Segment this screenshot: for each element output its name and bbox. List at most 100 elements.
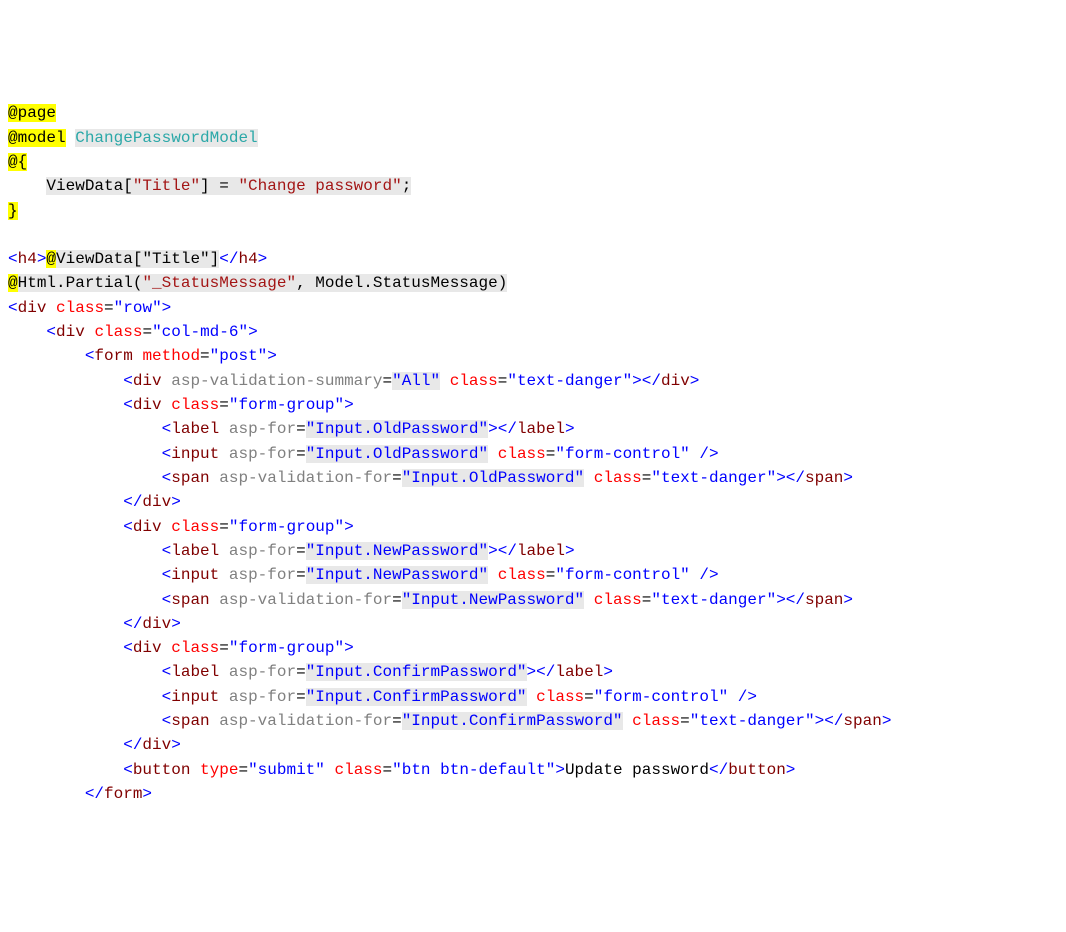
input-tag: input	[171, 445, 219, 463]
attr-asp-for: asp-for	[229, 688, 296, 706]
code-editor[interactable]: @page @model ChangePasswordModel @{ View…	[0, 101, 1058, 806]
razor-block-open: @{	[8, 153, 27, 171]
gutter-mark	[0, 685, 8, 709]
gutter-mark	[0, 296, 8, 320]
val-text-danger: "text-danger"	[690, 712, 815, 730]
attr-class: class	[594, 469, 642, 487]
gutter-mark	[0, 612, 8, 636]
div-open: div	[133, 372, 162, 390]
attr-asp-for: asp-for	[229, 542, 296, 560]
div-open: div	[133, 518, 162, 536]
span-open: span	[171, 712, 209, 730]
gutter-mark	[0, 515, 8, 539]
attr-asp-for: asp-for	[229, 445, 296, 463]
gutter-mark	[0, 466, 8, 490]
attr-class: class	[171, 639, 219, 657]
attr-class: class	[171, 518, 219, 536]
attr-class: class	[498, 566, 546, 584]
gutter-mark	[0, 490, 8, 514]
attr-validation-for: asp-validation-for	[219, 591, 392, 609]
gutter-mark	[0, 442, 8, 466]
gutter-mark	[0, 126, 8, 150]
div-close: div	[142, 615, 171, 633]
val-post: "post"	[210, 347, 268, 365]
gutter-mark	[0, 369, 8, 393]
attr-asp-for: asp-for	[229, 420, 296, 438]
form-close: form	[104, 785, 142, 803]
attr-class: class	[171, 396, 219, 414]
val-row: "row"	[114, 299, 162, 317]
span-close: span	[805, 469, 843, 487]
gutter-mark	[0, 174, 8, 198]
label-close: label	[517, 542, 565, 560]
val-new-pw: "Input.NewPassword"	[306, 542, 488, 560]
h4-close: h4	[238, 250, 257, 268]
attr-class: class	[594, 591, 642, 609]
label-close: label	[517, 420, 565, 438]
div-open: div	[56, 323, 85, 341]
val-col: "col-md-6"	[152, 323, 248, 341]
attr-method: method	[142, 347, 200, 365]
val-form-control: "form-control"	[555, 445, 689, 463]
attr-validation-for: asp-validation-for	[219, 712, 392, 730]
val-text-danger: "text-danger"	[507, 372, 632, 390]
attr-asp-for: asp-for	[229, 663, 296, 681]
label-open: label	[171, 663, 219, 681]
attr-asp-for: asp-for	[229, 566, 296, 584]
attr-class: class	[94, 323, 142, 341]
form-open: form	[94, 347, 132, 365]
div-open: div	[133, 396, 162, 414]
val-form-group: "form-group"	[229, 639, 344, 657]
val-btn: "btn btn-default"	[392, 761, 555, 779]
gutter-mark	[0, 320, 8, 344]
input-tag: input	[171, 688, 219, 706]
gutter-mark	[0, 247, 8, 271]
span-close: span	[805, 591, 843, 609]
span-open: span	[171, 591, 209, 609]
val-new-pw: "Input.NewPassword"	[402, 591, 584, 609]
razor-at: @	[46, 250, 56, 268]
span-close: span	[843, 712, 881, 730]
html-partial-call: Html.Partial("_StatusMessage", Model.Sta…	[18, 274, 508, 292]
val-form-control: "form-control"	[555, 566, 689, 584]
val-submit: "submit"	[248, 761, 325, 779]
attr-class: class	[56, 299, 104, 317]
button-open: button	[133, 761, 191, 779]
gutter-mark	[0, 271, 8, 295]
gutter-mark	[0, 563, 8, 587]
viewdata-title-expr: ViewData["Title"]	[56, 250, 219, 268]
val-confirm-pw: "Input.ConfirmPassword"	[306, 663, 527, 681]
attr-validation-summary: asp-validation-summary	[171, 372, 382, 390]
gutter-mark	[0, 417, 8, 441]
gutter-mark	[0, 636, 8, 660]
gutter-mark	[0, 758, 8, 782]
label-open: label	[171, 420, 219, 438]
gutter-mark	[0, 539, 8, 563]
razor-page-directive: @page	[8, 104, 56, 122]
val-all: "All"	[392, 372, 440, 390]
div-close: div	[661, 372, 690, 390]
gutter-mark	[0, 709, 8, 733]
val-form-group: "form-group"	[229, 518, 344, 536]
val-old-pw: "Input.OldPassword"	[306, 420, 488, 438]
model-type: ChangePasswordModel	[75, 129, 257, 147]
label-open: label	[171, 542, 219, 560]
attr-class: class	[498, 445, 546, 463]
viewdata-assignment: ViewData["Title"] = "Change password";	[46, 177, 411, 195]
gutter-mark	[0, 223, 8, 247]
input-tag: input	[171, 566, 219, 584]
attr-class: class	[450, 372, 498, 390]
razor-model-keyword: @model	[8, 129, 66, 147]
span-open: span	[171, 469, 209, 487]
gutter-mark	[0, 660, 8, 684]
val-form-control: "form-control"	[594, 688, 728, 706]
val-confirm-pw: "Input.ConfirmPassword"	[402, 712, 623, 730]
val-text-danger: "text-danger"	[651, 591, 776, 609]
gutter-mark	[0, 199, 8, 223]
div-close: div	[142, 493, 171, 511]
button-text: Update password	[565, 761, 709, 779]
val-old-pw: "Input.OldPassword"	[306, 445, 488, 463]
val-form-group: "form-group"	[229, 396, 344, 414]
gutter-mark	[0, 344, 8, 368]
val-old-pw: "Input.OldPassword"	[402, 469, 584, 487]
